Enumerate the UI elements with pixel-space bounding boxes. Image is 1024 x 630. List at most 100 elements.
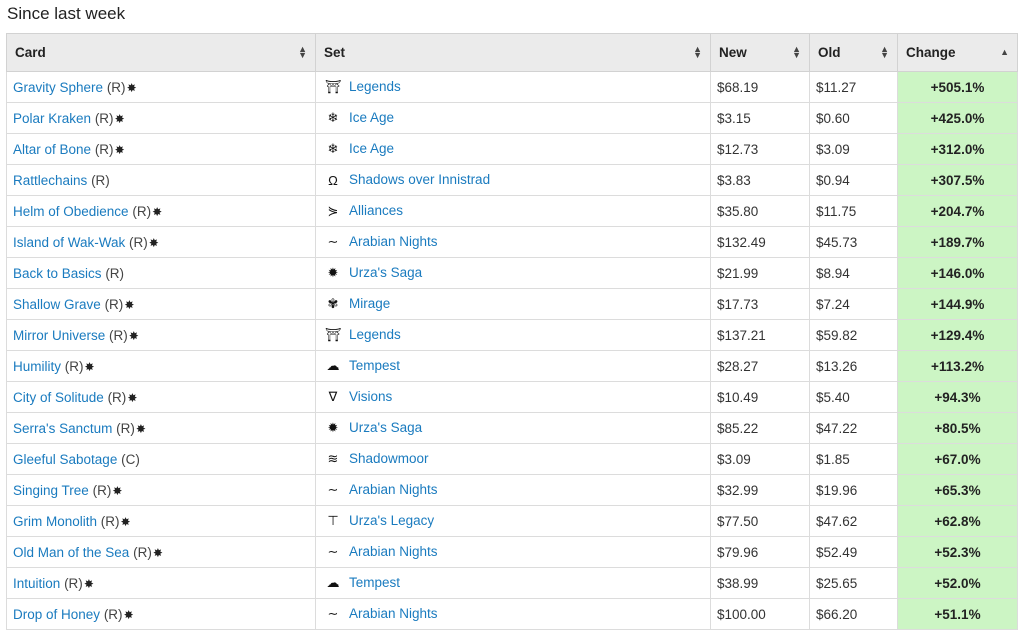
set-name-link[interactable]: Visions	[349, 389, 392, 404]
set-name-link[interactable]: Tempest	[349, 575, 400, 590]
card-name-link[interactable]: Rattlechains	[13, 173, 87, 188]
arabian-nights-icon: ∼	[327, 544, 339, 560]
change-cell: +189.7%	[897, 226, 1018, 258]
set-name-link[interactable]: Arabian Nights	[349, 606, 438, 621]
card-name-link[interactable]: Back to Basics	[13, 266, 102, 281]
set-cell: ☁ Tempest	[315, 567, 711, 599]
column-header-new[interactable]: New ▲ ▼	[710, 33, 810, 72]
arabian-nights-icon: ∼	[327, 606, 339, 622]
set-name-link[interactable]: Arabian Nights	[349, 234, 438, 249]
page-title: Since last week	[7, 4, 126, 23]
table-row: Polar Kraken (R)✸ ❄ Ice Age $3.15 $0.60 +425.…	[6, 102, 1018, 134]
set-name-link[interactable]: Arabian Nights	[349, 544, 438, 559]
card-cell: Rattlechains (R)	[6, 164, 316, 196]
new-price-cell: $35.80	[710, 195, 810, 227]
shadows-over-innistrad-icon: Ω	[328, 172, 338, 188]
set-name-link[interactable]: Urza's Saga	[349, 420, 422, 435]
foil-icon: ✸	[152, 545, 163, 560]
table-row: Altar of Bone (R)✸ ❄ Ice Age $12.73 $3.09 +31…	[6, 133, 1018, 165]
change-cell: +65.3%	[897, 474, 1018, 506]
set-cell: ∼ Arabian Nights	[315, 474, 711, 506]
change-cell: +146.0%	[897, 257, 1018, 289]
column-header-old[interactable]: Old ▲ ▼	[809, 33, 898, 72]
table-row: Intuition (R)✸ ☁ Tempest $38.99 $25.65 +52.0%	[6, 567, 1018, 599]
set-name-link[interactable]: Alliances	[349, 203, 403, 218]
rarity-label: (C)	[121, 451, 140, 467]
card-name-link[interactable]: Singing Tree	[13, 483, 89, 498]
set-cell: ❄ Ice Age	[315, 102, 711, 134]
change-cell: +80.5%	[897, 412, 1018, 444]
table-row: Humility (R)✸ ☁ Tempest $28.27 $13.26 +113.2%	[6, 350, 1018, 382]
card-name-link[interactable]: City of Solitude	[13, 390, 104, 405]
table-row: Old Man of the Sea (R)✸ ∼ Arabian Nights $7…	[6, 536, 1018, 568]
old-price-cell: $59.82	[809, 319, 898, 351]
card-name-link[interactable]: Grim Monolith	[13, 514, 97, 529]
card-cell: Old Man of the Sea (R)✸	[6, 536, 316, 568]
set-name-link[interactable]: Ice Age	[349, 110, 394, 125]
set-name-link[interactable]: Ice Age	[349, 141, 394, 156]
mirage-icon: ✾	[327, 296, 339, 312]
change-cell: +204.7%	[897, 195, 1018, 227]
set-cell: ❄ Ice Age	[315, 133, 711, 165]
change-cell: +51.1%	[897, 598, 1018, 630]
set-name-link[interactable]: Shadows over Innistrad	[349, 172, 490, 187]
set-name-link[interactable]: Mirage	[349, 296, 390, 311]
set-name-link[interactable]: Arabian Nights	[349, 482, 438, 497]
card-cell: Intuition (R)✸	[6, 567, 316, 599]
new-price-cell: $85.22	[710, 412, 810, 444]
card-cell: Gravity Sphere (R)✸	[6, 71, 316, 103]
card-name-link[interactable]: Gravity Sphere	[13, 80, 103, 95]
rarity-label: (R)	[64, 575, 83, 591]
sort-both-icon: ▲ ▼	[298, 44, 307, 60]
column-header-change[interactable]: Change ▲	[897, 33, 1018, 72]
card-name-link[interactable]: Helm of Obedience	[13, 204, 129, 219]
foil-icon: ✸	[114, 111, 125, 126]
set-cell: ⛩ Legends	[315, 319, 711, 351]
table-row: Mirror Universe (R)✸ ⛩ Legends $137.21 $59.8…	[6, 319, 1018, 351]
set-name-link[interactable]: Tempest	[349, 358, 400, 373]
change-cell: +425.0%	[897, 102, 1018, 134]
new-price-cell: $137.21	[710, 319, 810, 351]
set-name-link[interactable]: Urza's Saga	[349, 265, 422, 280]
set-cell: ✹ Urza's Saga	[315, 412, 711, 444]
set-cell: ☁ Tempest	[315, 350, 711, 382]
column-header-card[interactable]: Card ▲ ▼	[6, 33, 316, 72]
new-price-cell: $77.50	[710, 505, 810, 537]
new-price-cell: $17.73	[710, 288, 810, 320]
rarity-label: (R)	[94, 110, 114, 126]
card-name-link[interactable]: Humility	[13, 359, 61, 374]
set-name-link[interactable]: Urza's Legacy	[349, 513, 434, 528]
set-cell: ∇ Visions	[315, 381, 711, 413]
card-name-link[interactable]: Gleeful Sabotage	[13, 452, 117, 467]
set-name-link[interactable]: Legends	[349, 79, 401, 94]
card-name-link[interactable]: Intuition	[13, 576, 60, 591]
card-name-link[interactable]: Island of Wak-Wak	[13, 235, 125, 250]
card-name-link[interactable]: Drop of Honey	[13, 607, 100, 622]
card-cell: Grim Monolith (R)✸	[6, 505, 316, 537]
foil-icon: ✸	[148, 235, 159, 250]
column-header-set[interactable]: Set ▲ ▼	[315, 33, 711, 72]
card-name-link[interactable]: Polar Kraken	[13, 111, 91, 126]
set-name-link[interactable]: Shadowmoor	[349, 451, 429, 466]
card-name-link[interactable]: Mirror Universe	[13, 328, 105, 343]
set-cell: ∼ Arabian Nights	[315, 536, 711, 568]
change-cell: +113.2%	[897, 350, 1018, 382]
card-name-link[interactable]: Serra's Sanctum	[13, 421, 112, 436]
set-name-link[interactable]: Legends	[349, 327, 401, 342]
old-price-cell: $8.94	[809, 257, 898, 289]
column-header-label: New	[719, 45, 747, 60]
alliances-icon: ⋟	[327, 203, 339, 219]
new-price-cell: $3.15	[710, 102, 810, 134]
old-price-cell: $66.20	[809, 598, 898, 630]
card-name-link[interactable]: Shallow Grave	[13, 297, 101, 312]
card-name-link[interactable]: Old Man of the Sea	[13, 545, 129, 560]
card-name-link[interactable]: Altar of Bone	[13, 142, 91, 157]
foil-icon: ✸	[124, 297, 135, 312]
change-cell: +307.5%	[897, 164, 1018, 196]
column-header-label: Set	[324, 45, 346, 60]
new-price-cell: $28.27	[710, 350, 810, 382]
card-cell: Serra's Sanctum (R)✸	[6, 412, 316, 444]
column-header-label: Change	[906, 45, 956, 60]
change-cell: +94.3%	[897, 381, 1018, 413]
rarity-label: (R)	[64, 358, 84, 374]
